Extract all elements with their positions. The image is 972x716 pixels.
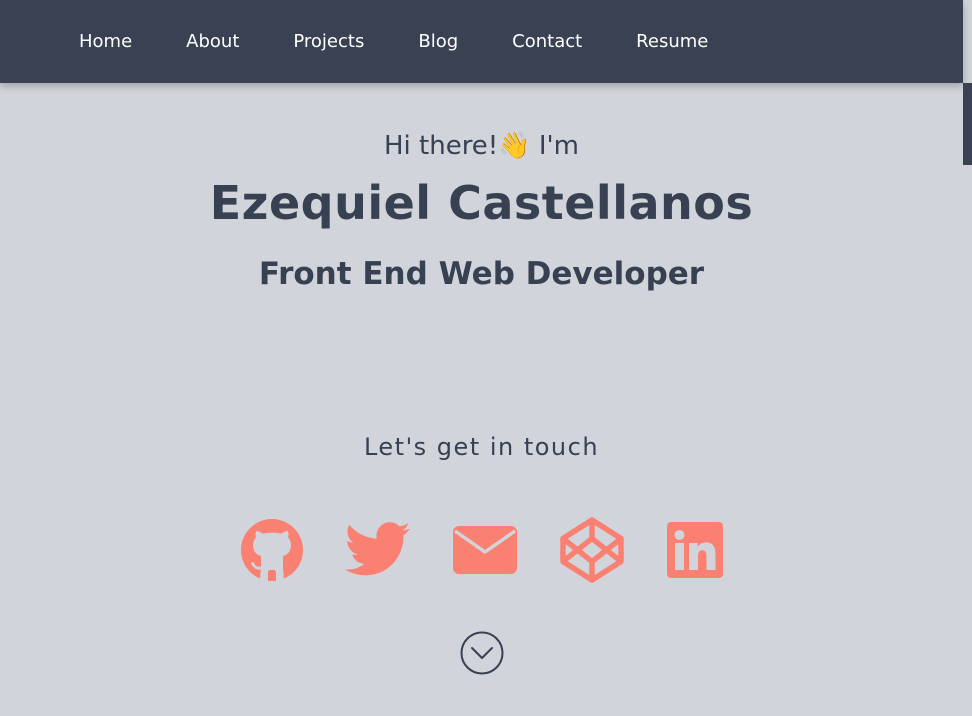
github-link[interactable] — [237, 515, 307, 585]
nav-link-resume[interactable]: Resume — [636, 31, 708, 52]
nav-link-about[interactable]: About — [186, 31, 239, 52]
nav-link-contact[interactable]: Contact — [512, 31, 582, 52]
linkedin-link[interactable] — [660, 515, 730, 585]
twitter-link[interactable] — [343, 515, 413, 585]
scroll-down-button[interactable] — [460, 631, 504, 675]
navbar: Home About Projects Blog Contact Resume — [0, 0, 963, 83]
github-icon — [241, 519, 303, 581]
codepen-icon — [560, 517, 624, 583]
email-link[interactable] — [450, 515, 520, 585]
codepen-link[interactable] — [557, 515, 627, 585]
nav-link-projects[interactable]: Projects — [293, 31, 364, 52]
contact-heading: Let's get in touch — [363, 433, 600, 461]
twitter-icon — [345, 522, 410, 576]
job-title: Front End Web Developer — [258, 256, 705, 292]
nav-link-blog[interactable]: Blog — [418, 31, 458, 52]
greeting-text: Hi there!👋 I'm — [383, 131, 580, 161]
chevron-down-icon — [460, 631, 504, 675]
linkedin-icon — [667, 522, 723, 578]
social-links — [0, 515, 963, 585]
page-title: Ezequiel Castellanos — [209, 176, 754, 230]
hero-section: Hi there!👋 I'm Ezequiel Castellanos Fron… — [0, 83, 963, 716]
email-icon — [453, 526, 517, 574]
nav-link-home[interactable]: Home — [79, 31, 132, 52]
scrollbar-thumb[interactable] — [963, 83, 972, 165]
